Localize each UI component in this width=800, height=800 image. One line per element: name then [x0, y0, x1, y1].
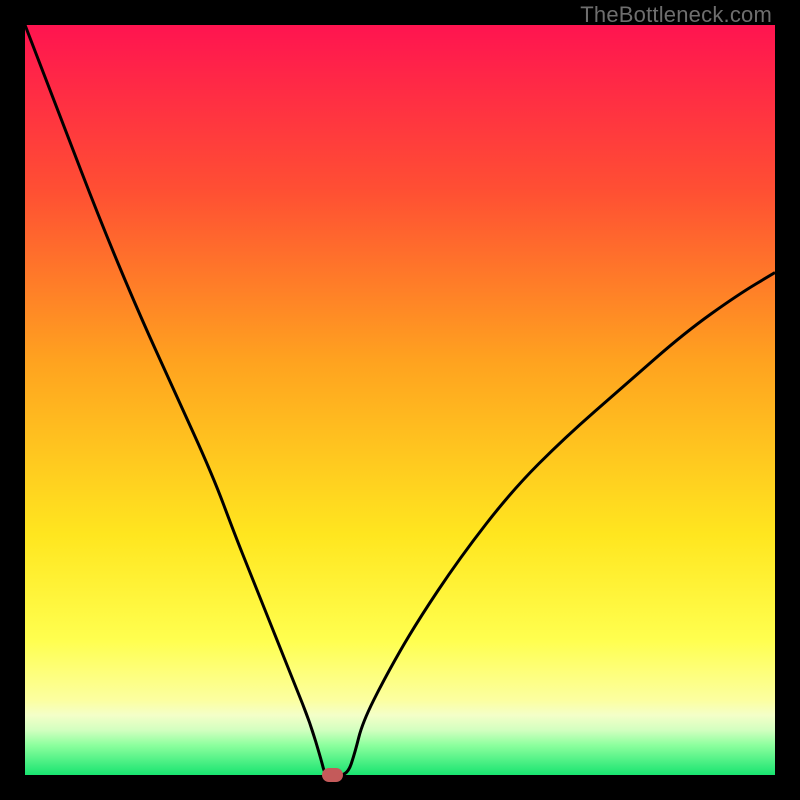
bottleneck-curve [25, 25, 775, 775]
watermark-text: TheBottleneck.com [580, 2, 772, 28]
minimum-marker [322, 768, 343, 782]
curve-path [25, 25, 775, 775]
chart-frame [25, 25, 775, 775]
